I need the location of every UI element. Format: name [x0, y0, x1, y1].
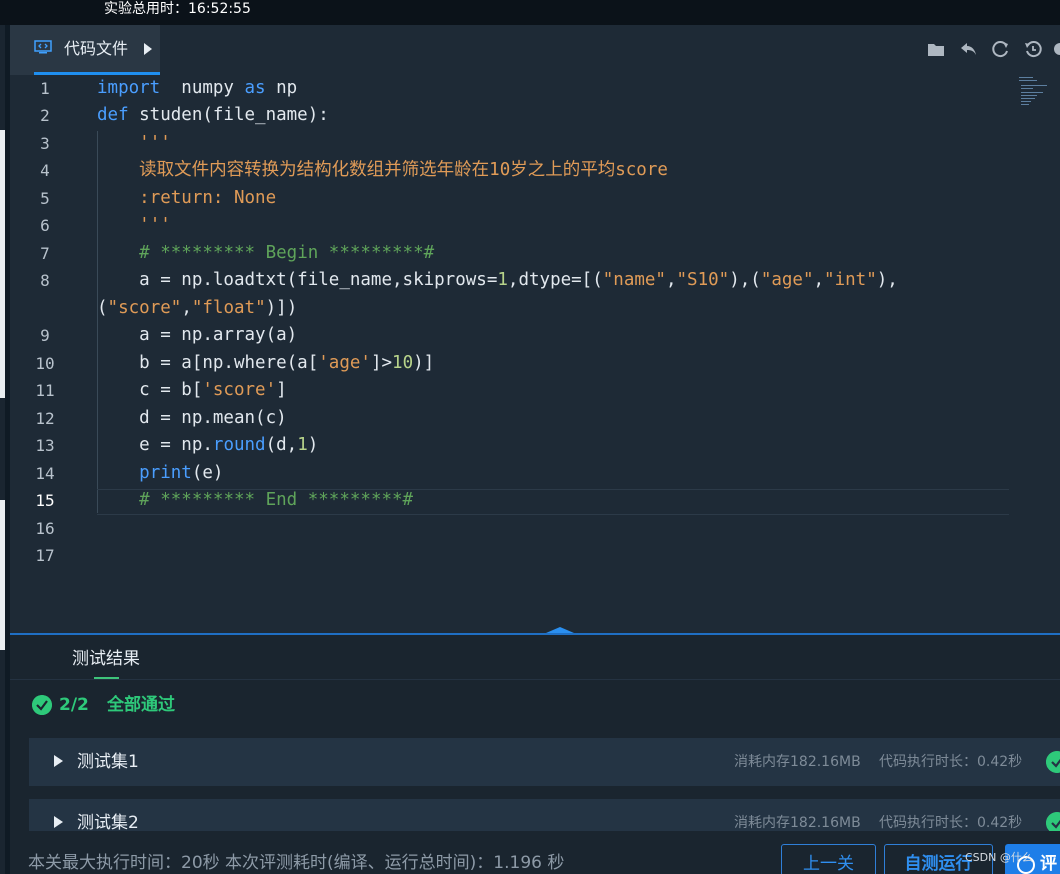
left-edge-highlight [0, 500, 5, 650]
code-text: # ********* End *********# [139, 490, 414, 510]
expand-caret-icon[interactable] [54, 755, 63, 767]
code-line[interactable]: 13 e = np.round(d,1) [10, 432, 1060, 459]
tab-code-file[interactable]: 代码文件 [10, 25, 160, 75]
code-line[interactable]: 8 a = np.loadtxt(file_name,skiprows=1,dt… [10, 267, 1060, 294]
experiment-timer: 实验总用时：16:52:55 [104, 1, 251, 17]
test-case-time: 代码执行时长：0.42秒 [879, 815, 1023, 831]
line-number: 14 [35, 464, 55, 483]
line-number: 10 [35, 354, 55, 373]
code-line[interactable]: 14 print(e) [10, 460, 1060, 487]
line-number: 3 [40, 134, 50, 153]
code-text: a = np.array(a) [97, 325, 298, 345]
line-number: 7 [40, 244, 50, 263]
code-line[interactable]: 7 # ********* Begin *********# [10, 240, 1060, 267]
code-line[interactable]: 17 [10, 542, 1060, 569]
test-case-memory: 消耗内存182.16MB [734, 815, 861, 831]
watermark: CSDN @什么 [965, 851, 1033, 864]
code-text: a = np.loadtxt(file_name,skiprows=1,dtyp… [97, 270, 898, 290]
code-line[interactable]: 9 a = np.array(a) [10, 322, 1060, 349]
code-area[interactable]: 1 import numpy as np 2 def studen(file_name… [10, 75, 1060, 633]
left-edge-strip [0, 25, 5, 874]
top-status-bar: 实验总用时：16:52:55 [0, 0, 1060, 25]
test-case-memory: 消耗内存182.16MB [734, 754, 861, 770]
check-circle-icon [32, 695, 52, 715]
code-line[interactable]: 3 ''' [10, 130, 1060, 157]
tab-test-results[interactable]: 测试结果 [72, 649, 140, 669]
code-line[interactable]: 12 d = np.mean(c) [10, 405, 1060, 432]
line-number: 17 [35, 546, 55, 565]
code-text: :return: None [139, 188, 277, 208]
settings-icon[interactable] [1050, 39, 1060, 61]
code-editor-panel: 代码文件 1 import numpy as np 2 def studen(f… [10, 25, 1060, 633]
code-text: ''' [139, 215, 171, 235]
previous-level-button[interactable]: 上一关 [781, 844, 876, 874]
check-circle-icon [1046, 751, 1060, 773]
line-number: 6 [40, 216, 50, 235]
pass-status: 全部通过 [107, 695, 175, 715]
line-number: 1 [40, 79, 50, 98]
code-text: def studen(file_name): [97, 105, 329, 125]
refresh-icon[interactable] [990, 39, 1012, 61]
pass-score: 2/2 [59, 695, 89, 715]
code-text: ("score","float")]) [97, 298, 298, 318]
code-line[interactable]: 15 # ********* End *********# [10, 487, 1060, 514]
code-text: 读取文件内容转换为结构化数组并筛选年龄在10岁之上的平均score [139, 160, 668, 180]
caret-right-icon[interactable] [144, 43, 152, 55]
undo-icon[interactable] [958, 39, 980, 61]
code-text: ''' [139, 133, 171, 153]
code-text: print(e) [139, 463, 224, 483]
code-text: b = a[np.where(a['age']>10)] [97, 353, 435, 373]
test-case-time: 代码执行时长：0.42秒 [879, 754, 1023, 770]
line-number: 9 [40, 326, 50, 345]
code-file-icon [34, 40, 52, 54]
line-number: 13 [35, 436, 55, 455]
line-number: 15 [35, 491, 55, 510]
evaluate-button-label: 评 [1040, 854, 1057, 874]
test-case-row[interactable]: 测试集1 消耗内存182.16MB 代码执行时长：0.42秒 [29, 738, 1060, 786]
history-icon[interactable] [1022, 39, 1044, 61]
bottom-action-bar: 本关最大执行时间：20秒 本次评测耗时(编译、运行总时间)：1.196 秒 上一… [10, 831, 1060, 874]
execution-info: 本关最大执行时间：20秒 本次评测耗时(编译、运行总时间)：1.196 秒 [28, 853, 565, 873]
line-number: 4 [40, 161, 50, 180]
code-line[interactable]: 1 import numpy as np [10, 75, 1060, 102]
tab-label: 代码文件 [64, 39, 129, 58]
code-line[interactable]: 11 c = b['score'] [10, 377, 1060, 404]
expand-caret-icon[interactable] [54, 816, 63, 828]
code-text: c = b['score'] [97, 380, 287, 400]
code-text: e = np.round(d,1) [97, 435, 319, 455]
code-line[interactable]: 6 ''' [10, 212, 1060, 239]
line-number: 5 [40, 189, 50, 208]
line-number: 11 [35, 381, 55, 400]
line-number: 2 [40, 106, 50, 125]
line-number: 8 [40, 271, 50, 290]
folder-icon[interactable] [925, 39, 947, 61]
line-number: 16 [35, 519, 55, 538]
code-text: d = np.mean(c) [97, 408, 287, 428]
code-line[interactable]: 2 def studen(file_name): [10, 102, 1060, 129]
code-line[interactable]: 16 [10, 515, 1060, 542]
editor-tab-bar: 代码文件 [10, 25, 1060, 75]
divider [10, 679, 1060, 680]
code-text: # ********* Begin *********# [139, 243, 435, 263]
code-text: import numpy as np [97, 78, 298, 98]
code-line[interactable]: 5 :return: None [10, 185, 1060, 212]
test-case-name: 测试集1 [77, 752, 139, 772]
left-edge-highlight [0, 130, 5, 398]
code-line[interactable]: ("score","float")]) [10, 295, 1060, 322]
code-line[interactable]: 10 b = a[np.where(a['age']>10)] [10, 350, 1060, 377]
code-line[interactable]: 4 读取文件内容转换为结构化数组并筛选年龄在10岁之上的平均score [10, 157, 1060, 184]
line-number: 12 [35, 409, 55, 428]
